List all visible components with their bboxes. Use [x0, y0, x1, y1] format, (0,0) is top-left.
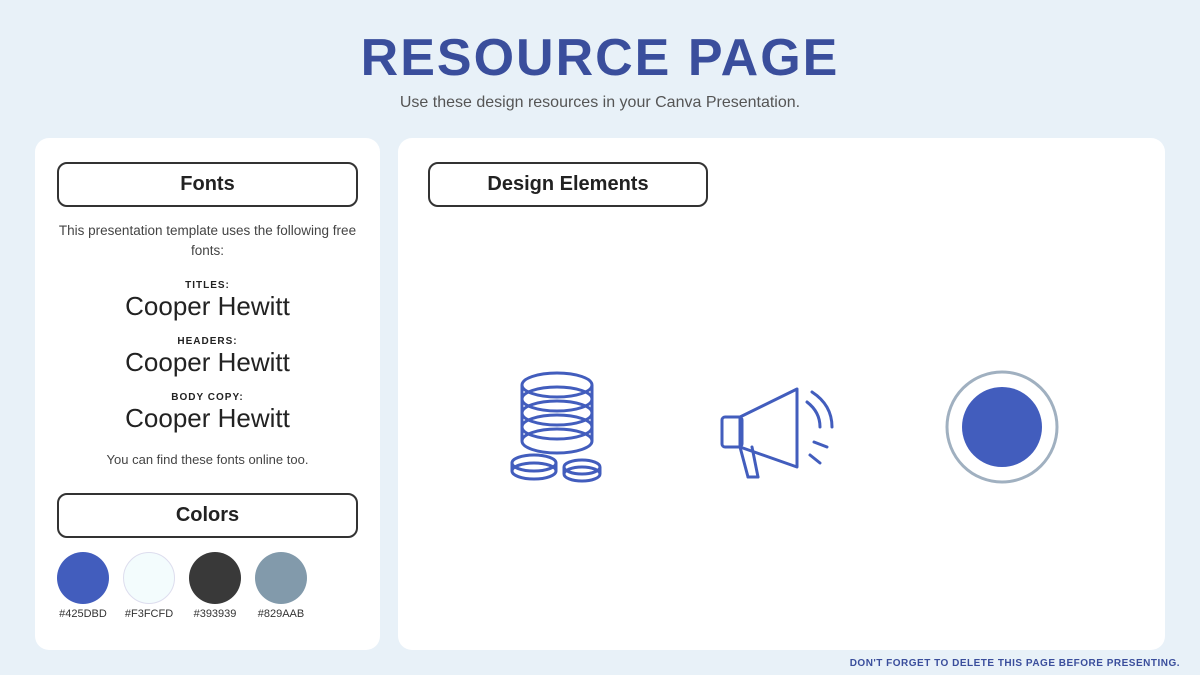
font-label-body: BODY COPY:: [57, 392, 358, 403]
main-content: Fonts This presentation template uses th…: [35, 138, 1165, 650]
page-subtitle: Use these design resources in your Canva…: [361, 94, 840, 112]
font-item-titles: TITLES: Cooper Hewitt: [57, 280, 358, 322]
color-hex-1: #425DBD: [59, 608, 107, 620]
color-swatch-4: #829AAB: [255, 552, 307, 620]
page-title: RESOURCE PAGE: [361, 28, 840, 88]
color-hex-4: #829AAB: [258, 608, 304, 620]
megaphone-icon: [702, 347, 862, 507]
colors-label: Colors: [57, 493, 358, 538]
color-circle-3: [189, 552, 241, 604]
font-item-body: BODY COPY: Cooper Hewitt: [57, 392, 358, 434]
footer-note: DON'T FORGET TO DELETE THIS PAGE BEFORE …: [0, 650, 1200, 675]
font-name-headers: Cooper Hewitt: [57, 347, 358, 378]
page-header: RESOURCE PAGE Use these design resources…: [361, 0, 840, 122]
font-name-body: Cooper Hewitt: [57, 403, 358, 434]
color-swatch-2: #F3FCFD: [123, 552, 175, 620]
design-elements-label: Design Elements: [428, 162, 708, 207]
fonts-description: This presentation template uses the foll…: [57, 221, 358, 262]
colors-section: Colors #425DBD #F3FCFD #393939 #829AAB: [57, 493, 358, 620]
font-item-headers: HEADERS: Cooper Hewitt: [57, 336, 358, 378]
color-swatches: #425DBD #F3FCFD #393939 #829AAB: [57, 552, 358, 620]
color-swatch-1: #425DBD: [57, 552, 109, 620]
color-circle-4: [255, 552, 307, 604]
fonts-find-text: You can find these fonts online too.: [57, 452, 358, 467]
coins-icon: [482, 347, 642, 507]
design-elements-icons: [428, 227, 1135, 626]
font-label-headers: HEADERS:: [57, 336, 358, 347]
left-panel: Fonts This presentation template uses th…: [35, 138, 380, 650]
color-swatch-3: #393939: [189, 552, 241, 620]
right-panel: Design Elements: [398, 138, 1165, 650]
font-label-titles: TITLES:: [57, 280, 358, 291]
color-circle-1: [57, 552, 109, 604]
color-circle-2: [123, 552, 175, 604]
color-hex-3: #393939: [194, 608, 237, 620]
fonts-label: Fonts: [57, 162, 358, 207]
font-name-titles: Cooper Hewitt: [57, 291, 358, 322]
color-hex-2: #F3FCFD: [125, 608, 173, 620]
circle-element-icon: [922, 347, 1082, 507]
